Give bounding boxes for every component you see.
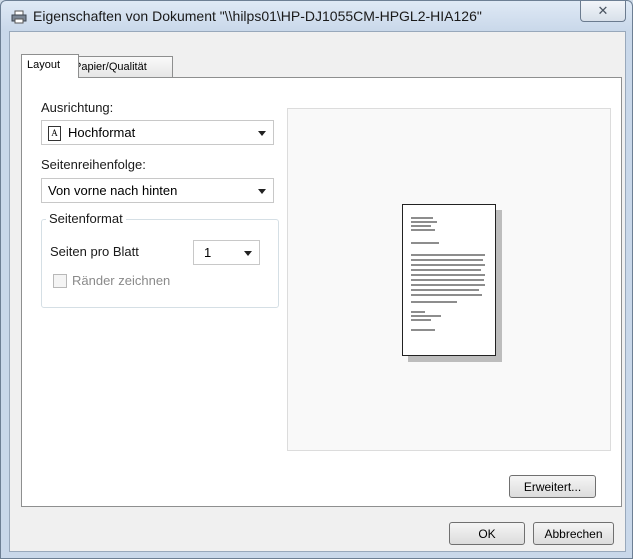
tab-paper-quality-label: Papier/Qualität [74,61,147,73]
preview-line [411,221,437,223]
layout-tab-panel: Ausrichtung: A Hochformat Seitenreihenfo… [21,77,622,507]
preview-line [411,259,483,261]
pages-per-sheet-value: 1 [204,245,212,260]
draw-borders-label: Ränder zeichnen [72,273,171,288]
layout-preview-area [287,108,611,451]
preview-line [411,274,485,276]
preview-line [411,319,431,321]
dialog-window: Eigenschaften von Dokument "\\hilps01\HP… [0,0,633,559]
advanced-button[interactable]: Erweitert... [509,475,596,498]
preview-line [411,311,425,313]
preview-line [411,289,479,291]
preview-line [411,315,441,317]
preview-line [411,264,485,266]
preview-line [411,242,439,244]
chevron-down-icon [258,131,266,136]
dialog-client-area: Layout Papier/Qualität Ausrichtung: A Ho… [9,31,626,552]
tab-layout[interactable]: Layout [21,54,79,78]
preview-line [411,301,457,303]
chevron-down-icon [244,251,252,256]
orientation-label: Ausrichtung: [41,100,114,115]
title-bar[interactable]: Eigenschaften von Dokument "\\hilps01\HP… [1,1,632,31]
close-button[interactable]: ✕ [580,1,626,22]
page-order-value: Von vorne nach hinten [48,183,178,198]
ok-button[interactable]: OK [449,522,525,545]
page-order-label: Seitenreihenfolge: [41,157,146,172]
preview-line [411,329,435,331]
page-order-dropdown[interactable]: Von vorne nach hinten [41,178,274,203]
window-title: Eigenschaften von Dokument "\\hilps01\HP… [33,8,482,24]
tab-layout-label: Layout [27,59,61,71]
preview-line [411,279,484,281]
close-icon: ✕ [597,3,609,18]
preview-line [411,225,431,227]
preview-line [411,217,433,219]
orientation-value: Hochformat [68,125,136,140]
tab-paper-quality[interactable]: Papier/Qualität [68,56,173,77]
pages-per-sheet-dropdown[interactable]: 1 [193,240,260,265]
preview-line [411,254,485,256]
pages-per-sheet-label: Seiten pro Blatt [50,244,139,259]
portrait-page-icon: A [48,126,61,141]
preview-line [411,269,481,271]
chevron-down-icon [258,189,266,194]
printer-icon [11,10,27,24]
page-format-group-title: Seitenformat [46,211,126,226]
draw-borders-checkbox[interactable] [53,274,67,288]
preview-line [411,229,435,231]
orientation-dropdown[interactable]: A Hochformat [41,120,274,145]
preview-line [411,294,482,296]
page-preview-image [402,204,496,356]
cancel-button[interactable]: Abbrechen [533,522,614,545]
preview-line [411,284,485,286]
